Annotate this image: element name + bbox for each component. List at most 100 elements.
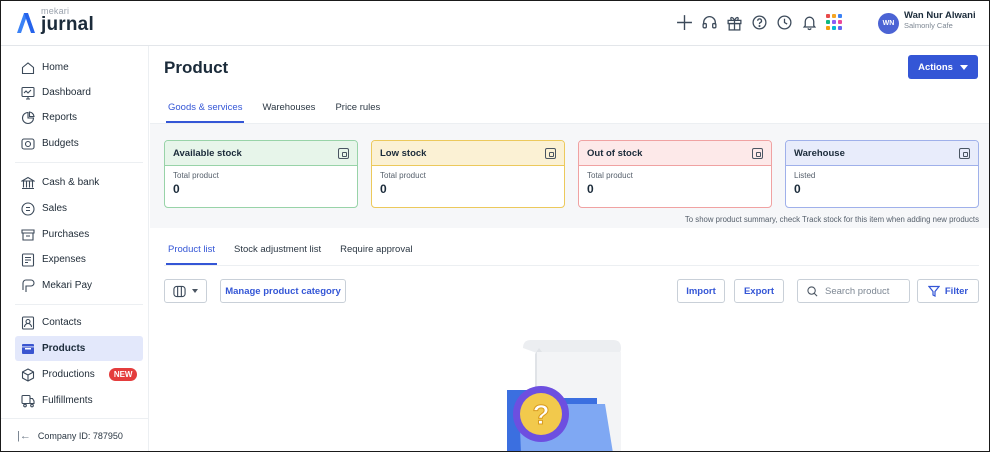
tab-require-approval[interactable]: Require approval (340, 244, 412, 262)
sidebar-item-label: Expenses (42, 254, 86, 265)
sidebar-item-cash-bank[interactable]: Cash & bank (15, 170, 143, 195)
low-stock-card[interactable]: Low stock Total product 0 (371, 140, 565, 208)
sidebar-item-label: Products (42, 343, 86, 354)
manage-category-button[interactable]: Manage product category (220, 279, 346, 303)
dashboard-icon (21, 86, 35, 100)
main-content: Product Actions Goods & services Warehou… (150, 46, 989, 451)
sidebar-item-label: Purchases (42, 229, 90, 240)
actions-button[interactable]: Actions (908, 55, 978, 79)
sidebar-item-budgets[interactable]: Budgets (15, 131, 143, 156)
card-subtitle: Total product (380, 171, 426, 180)
apps-grid-icon[interactable] (823, 11, 845, 33)
sidebar-item-label: Productions (42, 369, 95, 380)
card-title: Out of stock (587, 147, 643, 159)
plus-icon[interactable] (673, 11, 695, 33)
tab-stock-adjustment-list[interactable]: Stock adjustment list (234, 244, 321, 262)
tab-product-list[interactable]: Product list (166, 244, 217, 265)
sidebar-item-label: Dashboard (42, 87, 91, 98)
sidebar-item-label: Reports (42, 112, 78, 123)
column-settings-button[interactable] (164, 279, 207, 303)
sidebar-item-label: Sales (42, 203, 68, 214)
svg-text:?: ? (532, 399, 549, 430)
warehouse-card[interactable]: Warehouse Listed 0 (785, 140, 979, 208)
gift-icon[interactable] (723, 11, 745, 33)
company-id-text: Company ID: 787950 (37, 431, 123, 441)
sidebar-item-contacts[interactable]: Contacts (15, 310, 143, 335)
sidebar-item-fulfillments[interactable]: Fulfillments (15, 388, 143, 413)
search-icon (807, 285, 818, 296)
sidebar-item-sales[interactable]: Sales (15, 196, 143, 221)
sidebar-item-home[interactable]: Home (15, 55, 143, 80)
list-toolbar: Manage product category Import Export Fi… (150, 279, 989, 303)
available-stock-card[interactable]: Available stock Total product 0 (164, 140, 358, 208)
report-icon (752, 147, 763, 159)
avatar[interactable]: WN (878, 13, 899, 34)
company-name: Salmonly Cafe (904, 20, 953, 30)
top-bar: mekari jurnal WN Wan Nur Alwani Salmonly… (1, 1, 989, 46)
tab-goods-services[interactable]: Goods & services (165, 102, 245, 123)
card-value: 0 (587, 182, 594, 196)
card-title: Warehouse (794, 147, 845, 159)
card-title: Available stock (173, 147, 242, 159)
caret-down-icon (959, 64, 968, 70)
contacts-icon (21, 315, 35, 330)
products-icon (21, 342, 35, 356)
filter-button[interactable]: Filter (917, 279, 979, 303)
productions-icon (21, 367, 35, 382)
search-input[interactable] (825, 285, 905, 297)
app-window: mekari jurnal WN Wan Nur Alwani Salmonly… (0, 0, 990, 452)
sidebar-item-dashboard[interactable]: Dashboard (15, 80, 143, 105)
collapse-sidebar-icon[interactable]: |← (17, 430, 31, 442)
product-list-panel: Product list Stock adjustment list Requi… (150, 228, 989, 451)
sidebar-item-products[interactable]: Products (15, 336, 143, 361)
help-icon[interactable] (748, 11, 770, 33)
sidebar-item-purchases[interactable]: Purchases (15, 222, 143, 247)
tab-price-rules[interactable]: Price rules (335, 102, 380, 120)
brand-name: jurnal (41, 14, 94, 35)
tab-warehouses[interactable]: Warehouses (262, 102, 315, 120)
sidebar: Home Dashboard Reports Budgets Cash & ba… (1, 46, 149, 451)
brand-logo[interactable]: mekari jurnal (15, 7, 94, 35)
sidebar-item-reports[interactable]: Reports (15, 105, 143, 130)
card-subtitle: Total product (587, 171, 633, 180)
report-icon (959, 147, 970, 159)
page-title: Product (164, 58, 229, 77)
card-subtitle: Listed (794, 171, 816, 180)
sales-icon (21, 201, 35, 216)
card-value: 0 (794, 182, 801, 196)
export-button[interactable]: Export (734, 279, 784, 303)
sidebar-item-mekari-pay[interactable]: Mekari Pay (15, 273, 143, 298)
actions-button-label: Actions (918, 61, 953, 73)
headset-icon[interactable] (698, 11, 720, 33)
list-tabs: Product list Stock adjustment list Requi… (166, 244, 431, 265)
card-subtitle: Total product (173, 171, 219, 180)
page-tabs: Goods & services Warehouses Price rules (165, 102, 400, 123)
report-icon (545, 147, 556, 159)
caret-down-icon (192, 289, 198, 293)
search-box[interactable] (797, 279, 910, 303)
expenses-icon (21, 252, 35, 267)
sidebar-item-label: Budgets (42, 138, 79, 149)
import-button[interactable]: Import (677, 279, 725, 303)
out-of-stock-card[interactable]: Out of stock Total product 0 (578, 140, 772, 208)
company-id-bar[interactable]: |← Company ID: 787950 (1, 418, 149, 451)
sidebar-divider (15, 304, 143, 305)
card-value: 0 (380, 182, 387, 196)
new-badge: NEW (108, 368, 138, 381)
sidebar-item-label: Contacts (42, 317, 82, 328)
empty-state-illustration: ? (507, 340, 621, 451)
sidebar-item-expenses[interactable]: Expenses (15, 247, 143, 272)
bank-icon (21, 176, 35, 190)
card-value: 0 (173, 182, 180, 196)
bell-icon[interactable] (798, 11, 820, 33)
user-menu[interactable]: Wan Nur Alwani Salmonly Cafe (904, 10, 976, 31)
sidebar-item-label: Home (42, 62, 69, 73)
sidebar-item-label: Fulfillments (42, 395, 93, 406)
reports-icon (21, 110, 35, 125)
report-icon (338, 147, 349, 159)
content-area: Available stock Total product 0 Low stoc… (150, 124, 989, 451)
home-icon (21, 61, 35, 75)
sidebar-divider (15, 162, 143, 163)
clock-icon[interactable] (773, 11, 795, 33)
sidebar-item-productions[interactable]: Productions NEW (15, 362, 143, 387)
